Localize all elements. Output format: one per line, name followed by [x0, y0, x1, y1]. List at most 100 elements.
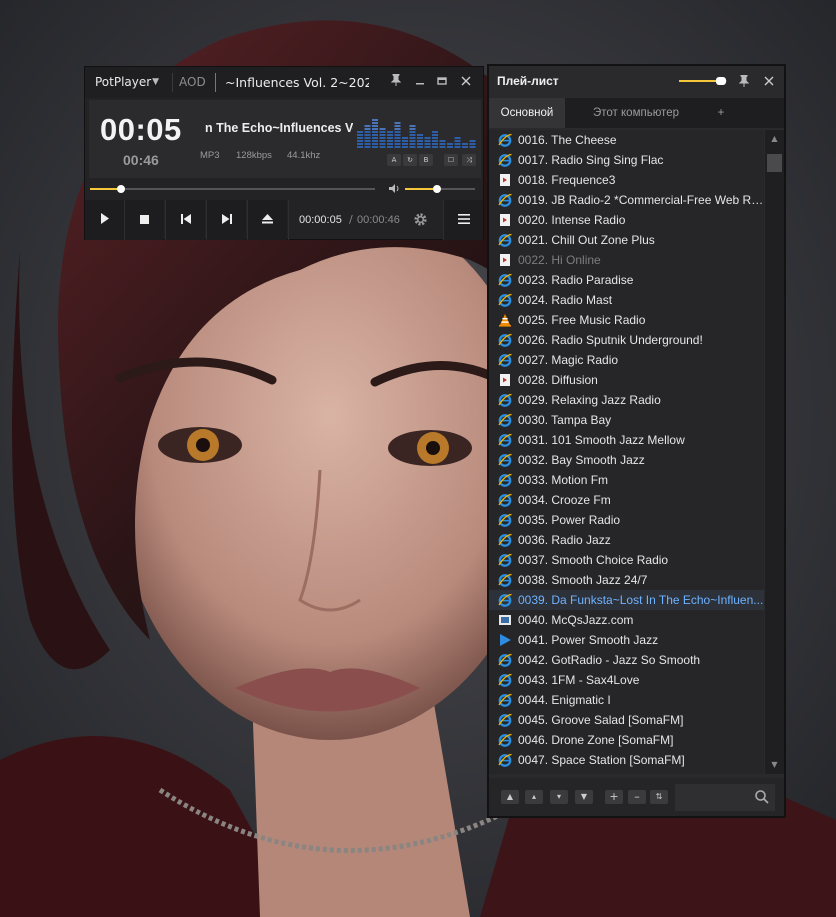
- speaker-icon[interactable]: [388, 183, 400, 197]
- stop-icon: [140, 215, 149, 224]
- move-top-icon[interactable]: ▲: [501, 790, 519, 804]
- list-item[interactable]: 0025. Free Music Radio: [489, 310, 764, 330]
- spectrum-bar: [379, 140, 386, 142]
- minimize-icon[interactable]: [409, 67, 431, 98]
- spectrum-bar: [379, 134, 386, 136]
- list-item[interactable]: 0041. Power Smooth Jazz: [489, 630, 764, 650]
- ie-icon: [498, 353, 512, 367]
- list-item[interactable]: 0021. Chill Out Zone Plus: [489, 230, 764, 250]
- playlist-window: Плей-лист Основной Этот компьютер + 0016…: [487, 64, 786, 818]
- spectrum-bar: [387, 146, 393, 148]
- list-item[interactable]: 0036. Radio Jazz: [489, 530, 764, 550]
- playlist-volume-handle[interactable]: [715, 77, 726, 85]
- list-item[interactable]: 0031. 101 Smooth Jazz Mellow: [489, 430, 764, 450]
- spectrum-bar: [394, 128, 401, 130]
- menu-button[interactable]: [444, 200, 483, 240]
- stop-button[interactable]: [125, 200, 164, 240]
- list-item[interactable]: 0032. Bay Smooth Jazz: [489, 450, 764, 470]
- spectrum-visualizer: [357, 119, 476, 148]
- move-up-icon[interactable]: ▴: [525, 790, 543, 804]
- list-item[interactable]: 0047. Space Station [SomaFM]: [489, 750, 764, 770]
- ab-repeat-b-button[interactable]: B: [419, 154, 433, 166]
- move-bottom-icon[interactable]: ▼: [575, 790, 593, 804]
- search-icon[interactable]: [755, 790, 769, 807]
- list-item[interactable]: 0037. Smooth Choice Radio: [489, 550, 764, 570]
- sort-icon[interactable]: ⇅: [650, 790, 668, 804]
- repeat-button[interactable]: ↻: [403, 154, 417, 166]
- elapsed-time: 00:05: [100, 112, 182, 147]
- pin-icon[interactable]: [385, 67, 407, 98]
- list-item[interactable]: 0044. Enigmatic I: [489, 690, 764, 710]
- list-item-label: 0046. Drone Zone [SomaFM]: [518, 733, 674, 747]
- pin-icon[interactable]: [738, 74, 750, 90]
- list-item[interactable]: 0024. Radio Mast: [489, 290, 764, 310]
- list-item[interactable]: 0033. Motion Fm: [489, 470, 764, 490]
- info-panel: 00:05 00:46 n The Echo~Influences Vol. 2…: [89, 100, 481, 178]
- scrollbar-thumb[interactable]: [767, 154, 782, 172]
- spectrum-bar: [409, 146, 416, 148]
- spectrum-bar: [409, 143, 416, 145]
- list-item-label: 0044. Enigmatic I: [518, 693, 611, 707]
- ie-icon: [498, 453, 512, 467]
- previous-button[interactable]: [166, 200, 205, 240]
- ie-icon: [498, 653, 512, 667]
- seek-bar-handle[interactable]: [117, 185, 126, 193]
- move-down-icon[interactable]: ▾: [550, 790, 568, 804]
- remove-item-icon[interactable]: –: [628, 790, 646, 804]
- list-item[interactable]: 0038. Smooth Jazz 24/7: [489, 570, 764, 590]
- list-item[interactable]: 0046. Drone Zone [SomaFM]: [489, 730, 764, 750]
- play-button[interactable]: [85, 200, 124, 240]
- list-item[interactable]: 0027. Magic Radio: [489, 350, 764, 370]
- tab-main[interactable]: Основной: [489, 98, 565, 128]
- list-item[interactable]: 0042. GotRadio - Jazz So Smooth: [489, 650, 764, 670]
- close-icon[interactable]: [455, 67, 477, 98]
- volume-handle[interactable]: [432, 185, 441, 193]
- list-item[interactable]: 0045. Groove Salad [SomaFM]: [489, 710, 764, 730]
- player-titlebar[interactable]: PotPlayer ▼ AOD ⁣~Influences Vol. 2~2020: [85, 67, 483, 98]
- seek-bar[interactable]: [90, 188, 375, 190]
- add-item-icon[interactable]: +: [605, 790, 623, 804]
- eject-button[interactable]: [248, 200, 287, 240]
- list-item[interactable]: 0023. Radio Paradise: [489, 270, 764, 290]
- ab-repeat-a-button[interactable]: A: [387, 154, 401, 166]
- maximize-icon[interactable]: [431, 67, 453, 98]
- list-item[interactable]: 0028. Diffusion: [489, 370, 764, 390]
- list-item[interactable]: 0034. Crooze Fm: [489, 490, 764, 510]
- app-name: PotPlayer: [95, 75, 152, 89]
- list-item-label: 0026. Radio Sputnik Underground!: [518, 333, 703, 347]
- list-item[interactable]: 0016. The Cheese: [489, 130, 764, 150]
- spectrum-bar: [357, 140, 363, 142]
- list-item[interactable]: 0030. Tampa Bay: [489, 410, 764, 430]
- spectrum-bar: [394, 122, 401, 124]
- scroll-down-icon[interactable]: ▼: [765, 758, 784, 772]
- list-item[interactable]: 0043. 1FM - Sax4Love: [489, 670, 764, 690]
- playlist-scrollbar[interactable]: ▲ ▼: [765, 130, 784, 774]
- list-item[interactable]: 0022. Hi Online: [489, 250, 764, 270]
- list-item[interactable]: 0026. Radio Sputnik Underground!: [489, 330, 764, 350]
- list-item[interactable]: 0040. McQsJazz.com: [489, 610, 764, 630]
- list-item-playing[interactable]: 0039. Da Funksta~Lost In The Echo~Influe…: [489, 590, 764, 610]
- next-button[interactable]: [207, 200, 246, 240]
- list-item[interactable]: 0018. Frequence3: [489, 170, 764, 190]
- list-item[interactable]: 0017. Radio Sing Sing Flac: [489, 150, 764, 170]
- list-item[interactable]: 0035. Power Radio: [489, 510, 764, 530]
- spectrum-bar: [379, 137, 386, 139]
- shuffle-button[interactable]: ⤨: [462, 154, 476, 166]
- scroll-up-icon[interactable]: ▲: [765, 132, 784, 146]
- spectrum-bar: [402, 140, 408, 142]
- gear-icon[interactable]: [413, 212, 428, 230]
- current-time: 00:00:05: [299, 214, 342, 226]
- list-item[interactable]: 0020. Intense Radio: [489, 210, 764, 230]
- tab-this-computer[interactable]: Этот компьютер: [566, 98, 706, 128]
- close-icon[interactable]: [764, 75, 774, 89]
- spectrum-bar: [432, 140, 438, 142]
- subtitle-button[interactable]: ☐: [444, 154, 458, 166]
- aod-button[interactable]: AOD: [179, 67, 206, 98]
- film-icon: [498, 613, 512, 627]
- tab-add[interactable]: +: [707, 98, 735, 128]
- spectrum-bar: [417, 146, 423, 148]
- list-item[interactable]: 0029. Relaxing Jazz Radio: [489, 390, 764, 410]
- list-item[interactable]: 0019. JB Radio-2 *Commercial-Free Web Ra…: [489, 190, 764, 210]
- app-menu-button[interactable]: PotPlayer ▼: [85, 67, 171, 98]
- list-item-label: 0034. Crooze Fm: [518, 493, 611, 507]
